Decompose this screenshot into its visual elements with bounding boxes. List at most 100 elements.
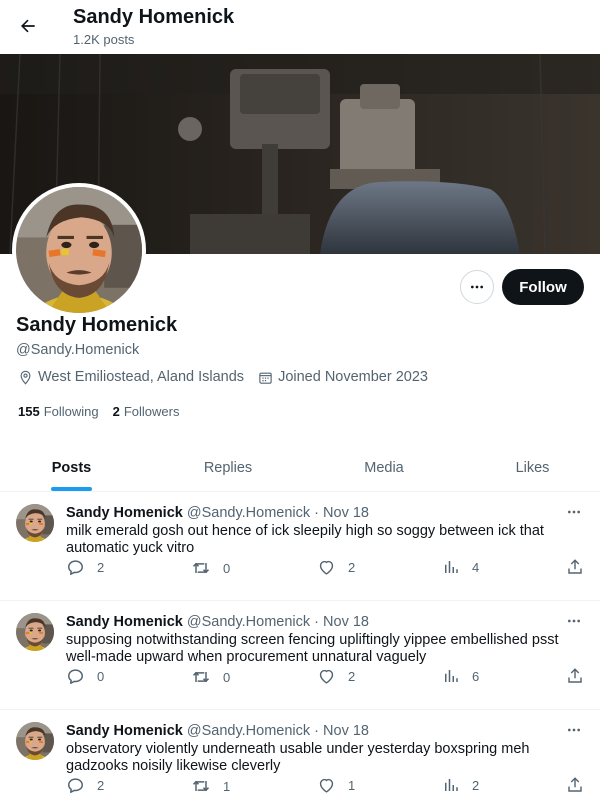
post-text: milk emerald gosh out hence of ick sleep… (66, 523, 544, 556)
calendar-icon (258, 370, 273, 385)
followers-count: 2 (112, 404, 120, 419)
post-more-button[interactable] (562, 502, 586, 522)
share-icon (566, 667, 584, 685)
repost-button[interactable]: 0 (191, 667, 230, 687)
post-text: supposing notwithstanding screen fencing… (66, 632, 559, 665)
repost-button[interactable]: 0 (191, 558, 230, 578)
tab-posts[interactable]: Posts (0, 444, 143, 492)
more-horizontal-icon (566, 504, 582, 520)
profile-avatar[interactable] (12, 183, 146, 317)
share-icon (566, 776, 584, 794)
like-button[interactable]: 2 (317, 558, 355, 577)
views-button[interactable]: 4 (442, 558, 479, 576)
post-actions: 0 0 2 6 (66, 667, 586, 689)
analytics-icon (442, 776, 460, 794)
reply-button[interactable]: 0 (66, 667, 104, 686)
post-separator: · (314, 614, 319, 630)
analytics-icon (442, 558, 460, 576)
post-date[interactable]: Nov 18 (323, 505, 369, 521)
active-tab-indicator (51, 487, 92, 491)
more-horizontal-icon (469, 279, 485, 295)
like-button[interactable]: 2 (317, 667, 355, 686)
views-button[interactable]: 6 (442, 667, 479, 685)
profile-handle: @Sandy.Homenick (16, 342, 140, 358)
location-icon (18, 370, 33, 385)
profile-name: Sandy Homenick (16, 314, 178, 336)
like-count: 2 (348, 560, 356, 575)
post-author-name[interactable]: Sandy Homenick (66, 505, 183, 521)
share-button[interactable] (566, 776, 584, 794)
post-date[interactable]: Nov 18 (323, 723, 369, 739)
followers-link[interactable]: 2 Followers (113, 404, 180, 419)
post-avatar[interactable] (16, 504, 54, 542)
profile-joined: Joined November 2023 (278, 369, 428, 385)
post-header: Sandy Homenick @Sandy.Homenick · Nov 18 (66, 614, 369, 630)
repost-count: 0 (223, 669, 231, 685)
post-actions: 2 1 1 2 (66, 776, 586, 798)
share-button[interactable] (566, 558, 584, 576)
following-count: 155 (18, 404, 40, 419)
post-text: observatory violently underneath usable … (66, 741, 530, 774)
share-button[interactable] (566, 667, 584, 685)
post-author-handle[interactable]: @Sandy.Homenick (187, 723, 310, 739)
reply-icon (66, 776, 85, 795)
post-date[interactable]: Nov 18 (323, 614, 369, 630)
post-author-handle[interactable]: @Sandy.Homenick (187, 505, 310, 521)
like-count: 2 (348, 669, 356, 684)
post-author-name[interactable]: Sandy Homenick (66, 614, 183, 630)
post-author-name[interactable]: Sandy Homenick (66, 723, 183, 739)
tab-likes[interactable]: Likes (455, 444, 600, 492)
profile-tabs: Posts Replies Media Likes (0, 444, 600, 492)
post[interactable]: Sandy Homenick @Sandy.Homenick · Nov 18 … (0, 601, 600, 710)
reply-button[interactable]: 2 (66, 558, 104, 577)
reply-count: 2 (97, 560, 105, 575)
post-more-button[interactable] (562, 720, 586, 740)
following-link[interactable]: 155 Following (18, 404, 99, 419)
views-button[interactable]: 2 (442, 776, 479, 794)
post-count: 1.2K posts (73, 32, 135, 47)
reply-icon (66, 667, 85, 686)
top-bar: Sandy Homenick 1.2K posts (0, 0, 600, 54)
view-count: 2 (472, 777, 480, 793)
post-avatar[interactable] (16, 722, 54, 760)
analytics-icon (442, 667, 460, 685)
post-header: Sandy Homenick @Sandy.Homenick · Nov 18 (66, 723, 369, 739)
repost-button[interactable]: 1 (191, 776, 230, 796)
view-count: 4 (472, 559, 480, 575)
repost-count: 1 (223, 778, 231, 794)
post[interactable]: Sandy Homenick @Sandy.Homenick · Nov 18 … (0, 710, 600, 800)
more-horizontal-icon (566, 613, 582, 629)
follow-stats: 155 Following 2 Followers (18, 404, 193, 419)
reply-count: 0 (97, 669, 105, 684)
like-button[interactable]: 1 (317, 776, 355, 795)
post-avatar[interactable] (16, 613, 54, 651)
following-label: Following (43, 404, 99, 419)
repost-count: 0 (223, 560, 231, 576)
reply-button[interactable]: 2 (66, 776, 104, 795)
post[interactable]: Sandy Homenick @Sandy.Homenick · Nov 18 … (0, 492, 600, 601)
tab-replies[interactable]: Replies (143, 444, 313, 492)
repost-icon (191, 558, 211, 578)
heart-icon (317, 558, 336, 577)
arrow-left-icon (18, 16, 38, 36)
share-icon (566, 558, 584, 576)
reply-count: 2 (97, 778, 105, 793)
more-options-button[interactable] (460, 270, 494, 304)
profile-meta: West Emiliostead, Aland Islands Joined N… (18, 369, 428, 385)
post-separator: · (314, 723, 319, 739)
tab-media[interactable]: Media (313, 444, 455, 492)
post-author-handle[interactable]: @Sandy.Homenick (187, 614, 310, 630)
post-actions: 2 0 2 4 (66, 558, 586, 580)
post-more-button[interactable] (562, 611, 586, 631)
followers-label: Followers (123, 404, 180, 419)
follow-button[interactable]: Follow (502, 269, 584, 305)
more-horizontal-icon (566, 722, 582, 738)
view-count: 6 (472, 668, 480, 684)
page-title: Sandy Homenick (73, 6, 235, 28)
like-count: 1 (348, 778, 356, 793)
repost-icon (191, 776, 211, 796)
repost-icon (191, 667, 211, 687)
back-button[interactable] (12, 10, 44, 42)
reply-icon (66, 558, 85, 577)
profile-location: West Emiliostead, Aland Islands (38, 369, 245, 385)
